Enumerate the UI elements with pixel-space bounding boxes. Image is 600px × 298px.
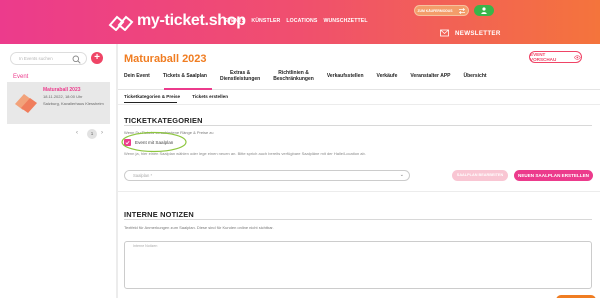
- tab-veranstalter-app[interactable]: Veranstalter APP: [410, 70, 450, 88]
- tab-dein-event[interactable]: Dein Event: [124, 70, 150, 88]
- search-placeholder: In Events suchen: [19, 56, 53, 61]
- tab-label: Verkäufe: [376, 73, 398, 79]
- pager-prev[interactable]: ‹: [76, 130, 78, 136]
- tab-tickets-saalplan[interactable]: Tickets & Saalplan: [163, 70, 207, 88]
- tab-richtlinien[interactable]: Richtlinien & Beschränkungen: [273, 70, 314, 88]
- select-placeholder: Saalplan *: [133, 173, 153, 178]
- event-venue: Salzburg, Kavalierhaus Klessheim: [43, 101, 104, 106]
- eye-icon: [574, 54, 581, 60]
- nav-locations[interactable]: LOCATIONS: [286, 18, 317, 24]
- edit-seating-plan-button[interactable]: SAALPLAN BEARBEITEN: [452, 170, 508, 181]
- tab-label: Dein Event: [124, 73, 150, 79]
- add-event-button[interactable]: +: [91, 52, 103, 64]
- seating-plan-hint: Wenn ja, hier einen Saalplan wählen oder…: [124, 151, 366, 156]
- pager-current-page[interactable]: 1: [87, 129, 97, 139]
- preview-label: EVENT VORSCHAU: [530, 52, 557, 62]
- event-thumbnail-icon: [15, 94, 37, 113]
- tab-label: Tickets & Saalplan: [162, 73, 207, 79]
- swap-arrows-icon: [458, 7, 465, 14]
- search-icon[interactable]: [72, 55, 81, 64]
- main-nav: EVENTS KÜNSTLER LOCATIONS WUNSCHZETTEL: [224, 18, 368, 24]
- section-divider: [118, 191, 600, 192]
- internal-notes-textarea[interactable]: Interne Notizen: [124, 241, 592, 289]
- user-icon: [481, 7, 487, 14]
- event-date: 18.11.2022, 18:00 Uhr: [43, 94, 83, 99]
- tab-uebersicht[interactable]: Übersicht: [464, 70, 487, 88]
- subtab-ticketkategorien[interactable]: Ticketkategorien & Preise: [124, 94, 180, 99]
- tab-verkaeufe[interactable]: Verkäufe: [377, 70, 398, 88]
- event-tabs: Dein Event Tickets & Saalplan Extras & D…: [124, 70, 500, 88]
- tab-label: Veranstalter APP: [410, 73, 451, 79]
- event-search-input[interactable]: In Events suchen: [10, 52, 87, 65]
- subtab-tickets-erstellen[interactable]: Tickets erstellen: [192, 94, 228, 99]
- tab-label-line2: Beschränkungen: [273, 76, 314, 82]
- event-preview-button[interactable]: EVENT VORSCHAU: [529, 51, 582, 63]
- ticket-logo-icon[interactable]: [108, 15, 134, 31]
- highlight-annotation-ellipse: [121, 131, 187, 153]
- event-pagination: ‹ 1 ›: [0, 129, 116, 141]
- event-section-label: Event: [13, 74, 29, 80]
- tab-label-line2: Dienstleistungen: [219, 76, 261, 82]
- chevron-down-icon: ⌄: [399, 172, 404, 178]
- tab-extras[interactable]: Extras & Dienstleistungen: [220, 70, 260, 88]
- newsletter-mail-icon: [440, 29, 449, 37]
- section-divider: [124, 125, 592, 126]
- buyer-mode-label: ZUM KÄUFERMODUS: [417, 8, 453, 13]
- buyer-mode-toggle[interactable]: ZUM KÄUFERMODUS: [414, 5, 469, 16]
- pager-next[interactable]: ›: [101, 130, 103, 136]
- top-header: my-ticket.shop EVENTS KÜNSTLER LOCATIONS…: [0, 0, 600, 44]
- page: my-ticket.shop EVENTS KÜNSTLER LOCATIONS…: [0, 0, 600, 298]
- section-divider: [124, 219, 592, 220]
- newsletter-label: NEWSLETTER: [455, 29, 501, 37]
- textarea-label: Interne Notizen: [133, 244, 158, 248]
- tab-verkaufsstellen[interactable]: Verkaufsstellen: [327, 70, 364, 88]
- active-subtab-indicator: [124, 102, 177, 103]
- event-list-item[interactable]: Maturaball 2023 18.11.2022, 18:00 Uhr Sa…: [7, 82, 110, 124]
- seating-plan-select[interactable]: Saalplan * ⌄: [124, 170, 410, 181]
- page-title: Maturaball 2023: [124, 53, 207, 65]
- section-title-interne-notizen: INTERNE NOTIZEN: [124, 210, 194, 219]
- user-account-button[interactable]: [474, 5, 494, 16]
- subtabs-divider: [118, 104, 600, 105]
- nav-wunschzettel[interactable]: WUNSCHZETTEL: [323, 18, 367, 24]
- event-editor: Maturaball 2023 EVENT VORSCHAU Dein Even…: [118, 44, 600, 298]
- active-tab-indicator: [164, 88, 212, 90]
- nav-kuenstler[interactable]: KÜNSTLER: [251, 18, 280, 24]
- event-sidebar: In Events suchen + Event Maturaball 2023…: [0, 44, 116, 298]
- subtabs: Ticketkategorien & Preise Tickets erstel…: [124, 94, 228, 99]
- tab-label: Verkaufsstellen: [326, 73, 364, 79]
- newsletter-link[interactable]: NEWSLETTER: [440, 29, 501, 37]
- notes-hint: Textfeld für Anmerkungen zum Saalplan. D…: [124, 225, 274, 230]
- event-name: Maturaball 2023: [43, 87, 81, 93]
- nav-events[interactable]: EVENTS: [224, 18, 245, 24]
- section-title-ticketkategorien: TICKETKATEGORIEN: [124, 116, 203, 125]
- new-seating-plan-button[interactable]: NEUEN SAALPLAN ERSTELLEN: [514, 170, 593, 181]
- tab-label: Übersicht: [463, 73, 487, 79]
